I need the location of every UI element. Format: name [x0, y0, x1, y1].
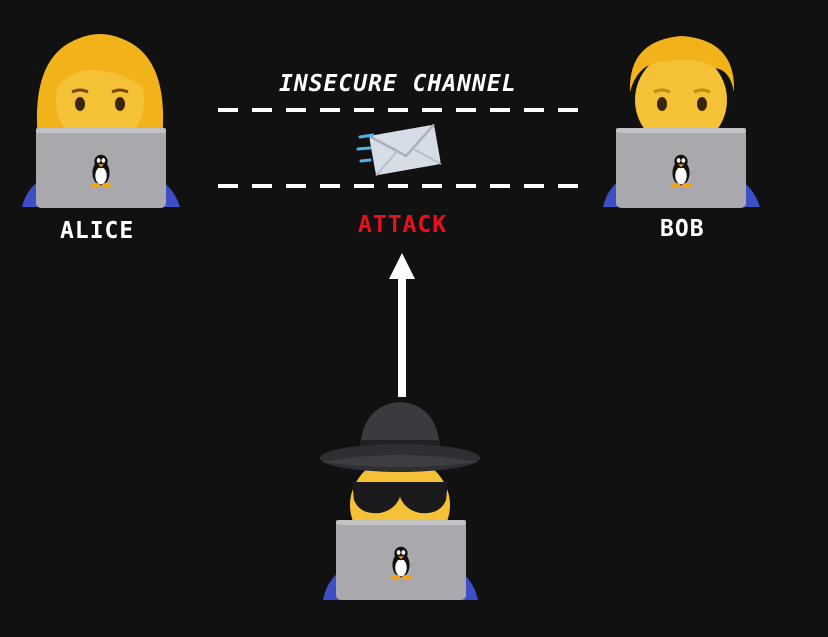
attack-arrow — [389, 253, 415, 397]
attack-label: ATTACK — [358, 212, 448, 238]
alice-label: ALICE — [60, 218, 135, 244]
channel-title: INSECURE CHANNEL — [279, 71, 517, 97]
alice-figure — [22, 34, 180, 208]
bob-figure — [603, 36, 760, 208]
man-technologist-icon — [603, 36, 760, 208]
envelope-icon — [368, 123, 442, 177]
bob-label: BOB — [660, 216, 705, 242]
woman-technologist-icon — [22, 34, 180, 208]
attacker-figure — [320, 402, 480, 600]
spy-technologist-icon — [320, 402, 480, 600]
